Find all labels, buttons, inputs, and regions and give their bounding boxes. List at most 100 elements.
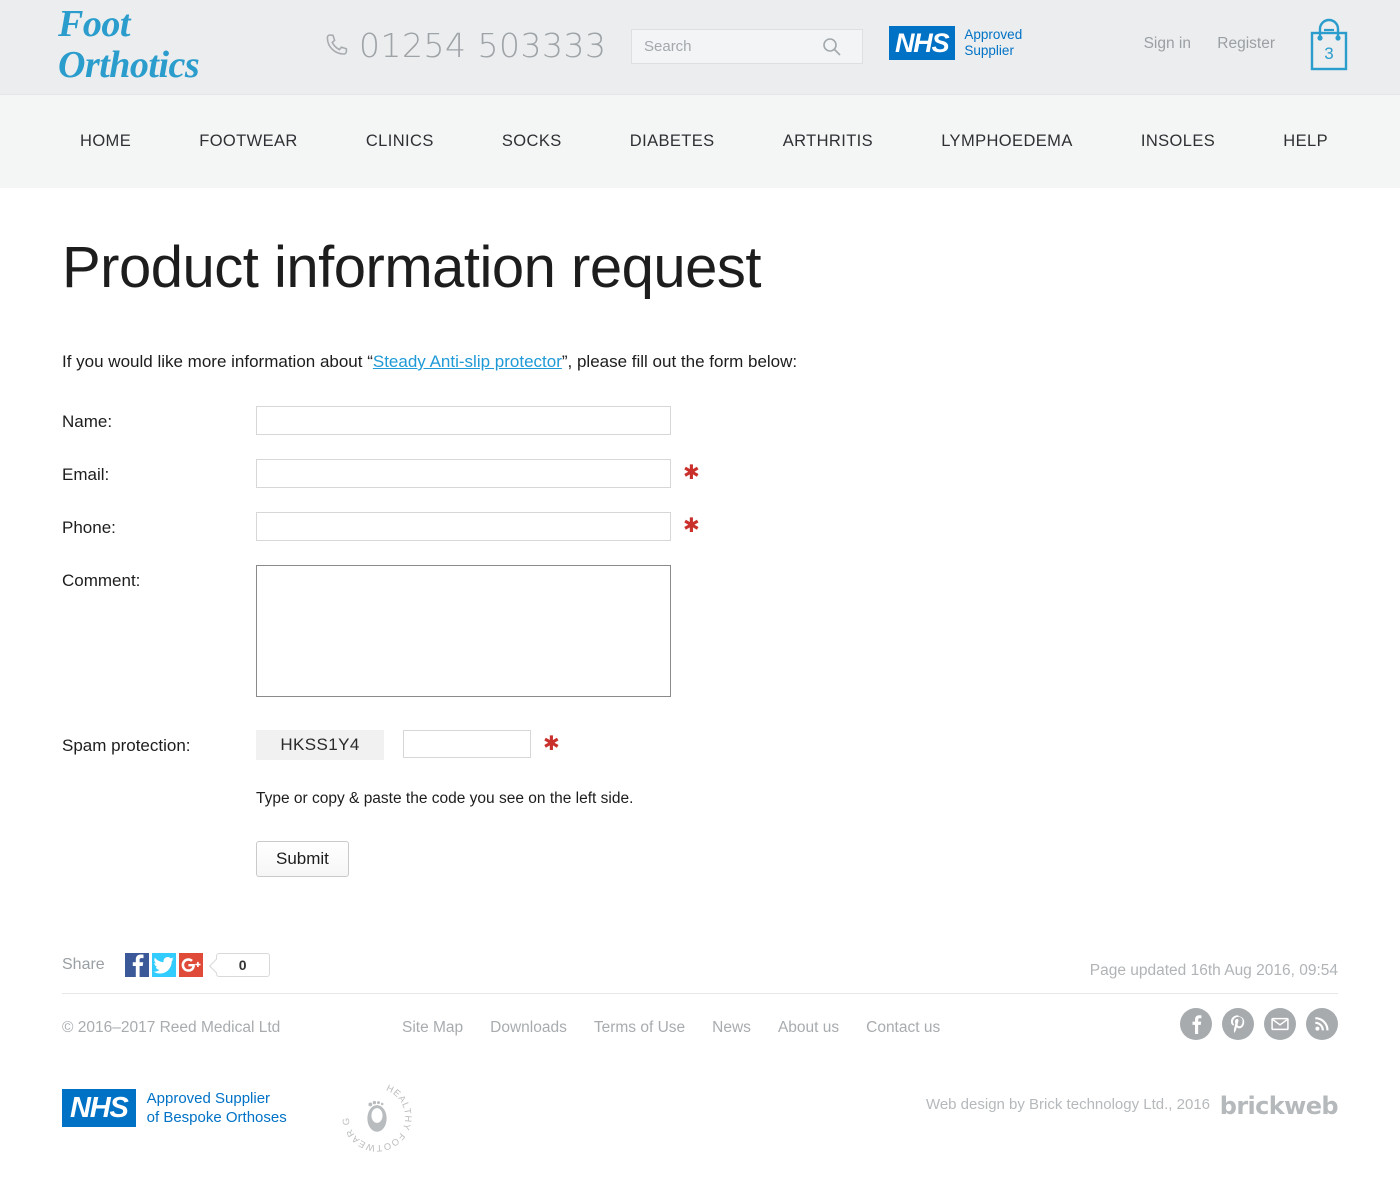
nav-link-clinics[interactable]: CLINICS xyxy=(366,132,434,150)
footer-pinterest-button[interactable] xyxy=(1222,1008,1254,1040)
share-facebook-button[interactable] xyxy=(124,953,149,977)
footer-rss-button[interactable] xyxy=(1306,1008,1338,1040)
logo-line-1: Foot xyxy=(58,3,130,45)
share-count: 0 xyxy=(215,953,270,977)
main-navigation: HOME FOOTWEAR CLINICS SOCKS DIABETES ART… xyxy=(0,94,1400,188)
nav-list: HOME FOOTWEAR CLINICS SOCKS DIABETES ART… xyxy=(58,132,1342,151)
phone-input[interactable] xyxy=(256,512,671,541)
nav-item-clinics[interactable]: CLINICS xyxy=(366,132,434,151)
nav-link-home[interactable]: HOME xyxy=(80,132,131,150)
form-row-email: Email: ✱ xyxy=(62,459,1338,488)
name-label: Name: xyxy=(62,412,113,431)
nav-link-arthritis[interactable]: ARTHRITIS xyxy=(783,132,873,150)
nav-link-lymphoedema[interactable]: LYMPHOEDEMA xyxy=(941,132,1073,150)
brickweb-logo[interactable]: brickweb xyxy=(1220,1092,1339,1120)
nhs-logo: NHS xyxy=(889,26,956,60)
product-link[interactable]: Steady Anti-slip protector xyxy=(373,352,562,371)
phone-required-marker: ✱ xyxy=(683,515,700,537)
phone-label: Phone: xyxy=(62,518,116,537)
footer-link-downloads[interactable]: Downloads xyxy=(490,1019,567,1037)
phone-icon xyxy=(325,32,349,60)
footer-link-list: Site Map Downloads Terms of Use News Abo… xyxy=(402,1019,940,1037)
google-plus-icon xyxy=(181,958,201,972)
form-row-spam-protection: Spam protection: HKSS1Y4 ✱ xyxy=(62,730,1338,760)
facebook-icon xyxy=(132,954,144,977)
form-row-name: Name: xyxy=(62,406,1338,435)
footer-link-about-us[interactable]: About us xyxy=(778,1019,839,1037)
nhs-badge-line-2: Supplier xyxy=(964,43,1014,58)
search-box[interactable] xyxy=(631,29,863,64)
copyright-text: © 2016–2017 Reed Medical Ltd xyxy=(62,1019,281,1036)
nhs-approved-supplier-badge: NHS Approved Supplier xyxy=(889,26,1022,60)
footer-link-site-map[interactable]: Site Map xyxy=(402,1019,463,1037)
nav-item-insoles[interactable]: INSOLES xyxy=(1141,132,1215,151)
search-input[interactable] xyxy=(632,37,812,56)
nav-item-home[interactable]: HOME xyxy=(80,132,131,151)
nhs-badge-text: Approved Supplier xyxy=(964,27,1022,59)
form-row-comment: Comment: xyxy=(62,565,1338,697)
nav-link-footwear[interactable]: FOOTWEAR xyxy=(199,132,298,150)
rss-icon xyxy=(1315,1017,1329,1031)
comment-textarea[interactable] xyxy=(256,565,671,697)
nav-item-lymphoedema[interactable]: LYMPHOEDEMA xyxy=(941,132,1073,151)
site-header: Foot Orthotics 01254 503333 NHS Approved… xyxy=(0,0,1400,94)
site-logo[interactable]: Foot Orthotics xyxy=(58,3,200,86)
footer-nhs-badge: NHS Approved Supplier of Bespoke Orthose… xyxy=(62,1089,287,1127)
email-label: Email: xyxy=(62,465,110,484)
nav-item-diabetes[interactable]: DIABETES xyxy=(630,132,715,151)
web-design-credit: Web design by Brick technology Ltd., 201… xyxy=(925,1096,1210,1113)
nav-item-help[interactable]: HELP xyxy=(1283,132,1328,151)
email-icon xyxy=(1271,1017,1289,1031)
nav-item-arthritis[interactable]: ARTHRITIS xyxy=(783,132,873,151)
search-button[interactable] xyxy=(812,30,852,63)
footer-link-terms-of-use[interactable]: Terms of Use xyxy=(594,1019,685,1037)
footer-social-icons xyxy=(1180,1008,1338,1040)
share-twitter-button[interactable] xyxy=(151,953,176,977)
submit-button[interactable]: Submit xyxy=(256,841,349,877)
phone-block[interactable]: 01254 503333 xyxy=(325,26,606,65)
facebook-icon xyxy=(1192,1015,1202,1034)
pinterest-icon xyxy=(1230,1015,1245,1033)
healthy-footwear-guide-badge: HEALTHY FOOTWEAR GUIDE xyxy=(336,1072,414,1154)
footer-facebook-button[interactable] xyxy=(1180,1008,1212,1040)
intro-paragraph: If you would like more information about… xyxy=(62,351,1338,373)
intro-suffix: ”, please fill out the form below: xyxy=(561,352,798,371)
footer-nhs-text: Approved Supplier of Bespoke Orthoses xyxy=(147,1089,287,1127)
nav-link-insoles[interactable]: INSOLES xyxy=(1141,132,1215,150)
email-required-marker: ✱ xyxy=(683,462,700,484)
nav-link-diabetes[interactable]: DIABETES xyxy=(630,132,715,150)
page-updated-text: Page updated 16th Aug 2016, 09:54 xyxy=(1089,962,1338,979)
footer-link-contact-us[interactable]: Contact us xyxy=(866,1019,940,1037)
comment-label: Comment: xyxy=(62,571,141,590)
footer-bottom-row: NHS Approved Supplier of Bespoke Orthose… xyxy=(62,1062,1339,1154)
nav-item-socks[interactable]: SOCKS xyxy=(502,132,562,151)
email-input[interactable] xyxy=(256,459,671,488)
captcha-input[interactable] xyxy=(403,730,531,758)
main-content: Product information request If you would… xyxy=(0,188,1400,877)
nav-link-help[interactable]: HELP xyxy=(1283,132,1328,150)
intro-prefix: If you would like more information about… xyxy=(62,352,373,371)
captcha-required-marker: ✱ xyxy=(543,733,560,755)
phone-number: 01254 503333 xyxy=(359,26,607,65)
register-link[interactable]: Register xyxy=(1217,35,1275,52)
logo-line-2: Orthotics xyxy=(58,44,200,86)
footer-link-news[interactable]: News xyxy=(712,1019,751,1037)
footer-nhs-line-1: Approved Supplier xyxy=(146,1090,271,1107)
footer-email-button[interactable] xyxy=(1264,1008,1296,1040)
footer-links-row: © 2016–2017 Reed Medical Ltd Site Map Do… xyxy=(62,994,1338,1062)
form-row-phone: Phone: ✱ xyxy=(62,512,1338,541)
share-bar: Share 0 Page updated 16th Aug 2016, 09:5… xyxy=(62,953,1338,994)
sign-in-link[interactable]: Sign in xyxy=(1144,35,1191,52)
nhs-badge-line-1: Approved xyxy=(964,27,1023,42)
share-label: Share xyxy=(62,956,105,973)
search-icon xyxy=(823,37,841,56)
name-input[interactable] xyxy=(256,406,671,435)
share-google-plus-button[interactable] xyxy=(178,953,203,977)
footer-nhs-line-2: of Bespoke Orthoses xyxy=(146,1109,287,1126)
nav-link-socks[interactable]: SOCKS xyxy=(502,132,562,150)
cart-count: 3 xyxy=(1324,44,1333,63)
nav-item-footwear[interactable]: FOOTWEAR xyxy=(199,132,298,151)
account-links: Sign in Register xyxy=(1122,35,1275,53)
captcha-code: HKSS1Y4 xyxy=(256,730,384,760)
cart-button[interactable]: 3 xyxy=(1302,17,1356,77)
